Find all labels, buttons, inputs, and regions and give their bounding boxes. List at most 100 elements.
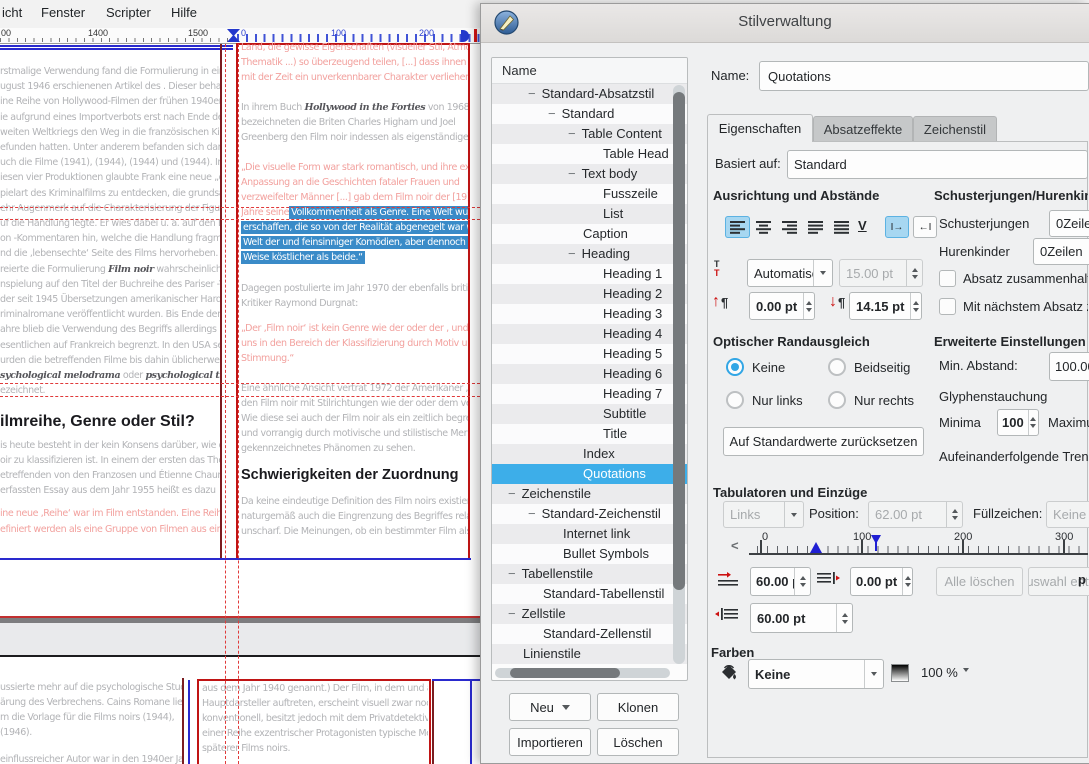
style-tree-item[interactable]: List xyxy=(492,204,687,224)
optical-both-label[interactable]: Beidseitig xyxy=(854,360,910,375)
background-color-combobox[interactable]: Keine xyxy=(748,659,884,689)
tree-expander-icon[interactable]: − xyxy=(508,566,516,581)
optical-left-label[interactable]: Nur links xyxy=(752,393,803,408)
orphans-spinbox[interactable]: 0Zeilen xyxy=(1049,210,1089,237)
menu-item-view[interactable]: icht xyxy=(2,5,22,20)
tree-expander-icon[interactable]: − xyxy=(528,506,536,521)
ruler-scroll-left-button[interactable]: < xyxy=(731,538,739,553)
widows-spinbox[interactable]: 0Zeilen xyxy=(1033,238,1089,265)
doc-page2-left-column[interactable]: ussierte mehr auf die psychologische Stu… xyxy=(0,680,182,764)
optical-both-radio[interactable] xyxy=(828,358,846,376)
style-tree-item[interactable]: Heading 6 xyxy=(492,364,687,384)
style-tree-item[interactable]: −Text body xyxy=(492,164,687,184)
style-tree-item[interactable]: Heading 4 xyxy=(492,324,687,344)
tab-zeichenstil[interactable]: Zeichenstil xyxy=(913,116,997,142)
scrollbar-thumb[interactable] xyxy=(673,92,685,590)
indent-marker[interactable] xyxy=(810,542,822,553)
align-center-button[interactable] xyxy=(751,216,776,238)
right-indent-spinbox[interactable]: 0.00 pt xyxy=(850,567,913,596)
scrollbar-thumb[interactable] xyxy=(510,668,620,678)
style-tree-item[interactable]: Table Head xyxy=(492,144,687,164)
minima-spinbox[interactable]: 100 xyxy=(997,409,1039,436)
style-tree-item[interactable]: −Standard-Zeichenstil xyxy=(492,504,687,524)
tab-eigenschaften[interactable]: Eigenschaften xyxy=(707,114,813,142)
doc-right-column[interactable]: Land, die gewisse Eigenschaften (visuell… xyxy=(241,40,468,558)
menu-item-help[interactable]: Hilfe xyxy=(171,5,197,20)
align-force-justify-button[interactable] xyxy=(829,216,854,238)
keep-together-label[interactable]: Absatz zusammenhalten xyxy=(963,271,1088,286)
style-tree-item[interactable]: −Zeichenstile xyxy=(492,484,687,504)
menu-item-window[interactable]: Fenster xyxy=(41,5,85,20)
tree-expander-icon[interactable]: − xyxy=(508,606,516,621)
style-tree-item[interactable]: Linienstile xyxy=(492,644,687,664)
space-above-spinbox[interactable]: 0.00 pt xyxy=(749,292,815,320)
tree-expander-icon[interactable]: − xyxy=(568,166,576,181)
style-tree-item[interactable]: −Heading xyxy=(492,244,687,264)
tree-expander-icon[interactable]: − xyxy=(548,106,556,121)
align-option-v[interactable]: V xyxy=(858,218,867,233)
style-tree-item[interactable]: Bullet Symbols xyxy=(492,544,687,564)
optical-right-radio[interactable] xyxy=(828,391,846,409)
line-spacing-mode-combobox[interactable]: Automatisch xyxy=(747,259,833,287)
style-tree-item[interactable]: Heading 3 xyxy=(492,304,687,324)
shade-value[interactable]: 100 % xyxy=(921,665,958,680)
direction-rtl-button[interactable]: ←I xyxy=(913,216,937,238)
style-tree-item[interactable]: −Table Content xyxy=(492,124,687,144)
style-tree-item[interactable]: Index xyxy=(492,444,687,464)
style-tree-item[interactable]: Heading 7 xyxy=(492,384,687,404)
style-tree-item[interactable]: −Zellstile xyxy=(492,604,687,624)
menu-item-scripter[interactable]: Scripter xyxy=(106,5,151,20)
doc-left-column[interactable]: rstmalige Verwendung fand die Formulieru… xyxy=(0,64,220,558)
style-tree-item[interactable]: Heading 5 xyxy=(492,344,687,364)
left-indent-spinbox[interactable]: 60.00 pt xyxy=(750,603,853,633)
align-left-button[interactable] xyxy=(725,216,750,238)
align-justify-button[interactable] xyxy=(803,216,828,238)
style-tree-item[interactable]: −Standard xyxy=(492,104,687,124)
tree-vertical-scrollbar[interactable] xyxy=(673,85,685,664)
tree-expander-icon[interactable]: − xyxy=(508,486,516,501)
optical-none-label[interactable]: Keine xyxy=(752,360,785,375)
align-right-button[interactable] xyxy=(777,216,802,238)
style-name-input[interactable] xyxy=(759,61,1089,91)
direction-ltr-button[interactable]: I→ xyxy=(885,216,909,238)
optical-right-label[interactable]: Nur rechts xyxy=(854,393,914,408)
reset-defaults-button[interactable]: Auf Standardwerte zurücksetzen xyxy=(723,427,924,456)
optical-none-radio[interactable] xyxy=(726,358,744,376)
style-tree-item[interactable]: Heading 1 xyxy=(492,264,687,284)
delete-button[interactable]: Löschen xyxy=(597,728,679,756)
clone-button[interactable]: Klonen xyxy=(597,693,679,721)
tree-expander-icon[interactable]: − xyxy=(568,246,576,261)
tree-horizontal-scrollbar[interactable] xyxy=(495,668,670,678)
style-tree-item[interactable]: Heading 2 xyxy=(492,284,687,304)
chevron-down-icon[interactable] xyxy=(963,672,969,690)
tree-expander-icon[interactable]: − xyxy=(568,126,576,141)
style-tree[interactable]: Name −Standard-Absatzstil−Standard−Table… xyxy=(491,57,688,681)
style-tree-item[interactable]: Standard-Tabellenstil xyxy=(492,584,687,604)
style-tree-item[interactable]: Title xyxy=(492,424,687,444)
keep-together-checkbox[interactable] xyxy=(939,270,956,287)
space-below-spinbox[interactable]: 14.15 pt xyxy=(849,292,922,320)
first-line-indent-spinbox[interactable]: 60.00 pt xyxy=(750,567,811,596)
style-tree-item[interactable]: Internet link xyxy=(492,524,687,544)
tree-expander-icon[interactable]: − xyxy=(528,86,536,101)
tree-header-name[interactable]: Name xyxy=(492,58,687,84)
keep-with-next-checkbox[interactable] xyxy=(939,298,956,315)
dialog-titlebar[interactable]: Stilverwaltung xyxy=(481,4,1089,43)
tab-ruler[interactable]: 0 100 200 300 xyxy=(749,533,1088,561)
shade-swatch[interactable] xyxy=(891,664,909,682)
style-tree-item[interactable]: −Tabellenstile xyxy=(492,564,687,584)
tab-absatzeffekte[interactable]: Absatzeffekte xyxy=(813,116,913,142)
keep-with-next-label[interactable]: Mit nächstem Absatz zusammenhalten xyxy=(963,299,1088,314)
new-button[interactable]: Neu xyxy=(509,693,591,721)
style-tree-item[interactable]: Fusszeile xyxy=(492,184,687,204)
style-tree-item[interactable]: −Standard-Absatzstil xyxy=(492,84,687,104)
based-on-combobox[interactable]: Standard xyxy=(787,150,1088,179)
doc-page2-mid-column[interactable]: aus dem Jahr 1940 genannt.) Der Film, in… xyxy=(202,681,428,764)
min-space-spinbox[interactable]: 100.00 % xyxy=(1049,352,1089,381)
style-tree-item[interactable]: Caption xyxy=(492,224,687,244)
optical-left-radio[interactable] xyxy=(726,391,744,409)
style-tree-item[interactable]: Standard-Zellenstil xyxy=(492,624,687,644)
style-tree-item[interactable]: Subtitle xyxy=(492,404,687,424)
import-button[interactable]: Importieren xyxy=(509,728,591,756)
style-tree-item[interactable]: Quotations xyxy=(492,464,687,484)
